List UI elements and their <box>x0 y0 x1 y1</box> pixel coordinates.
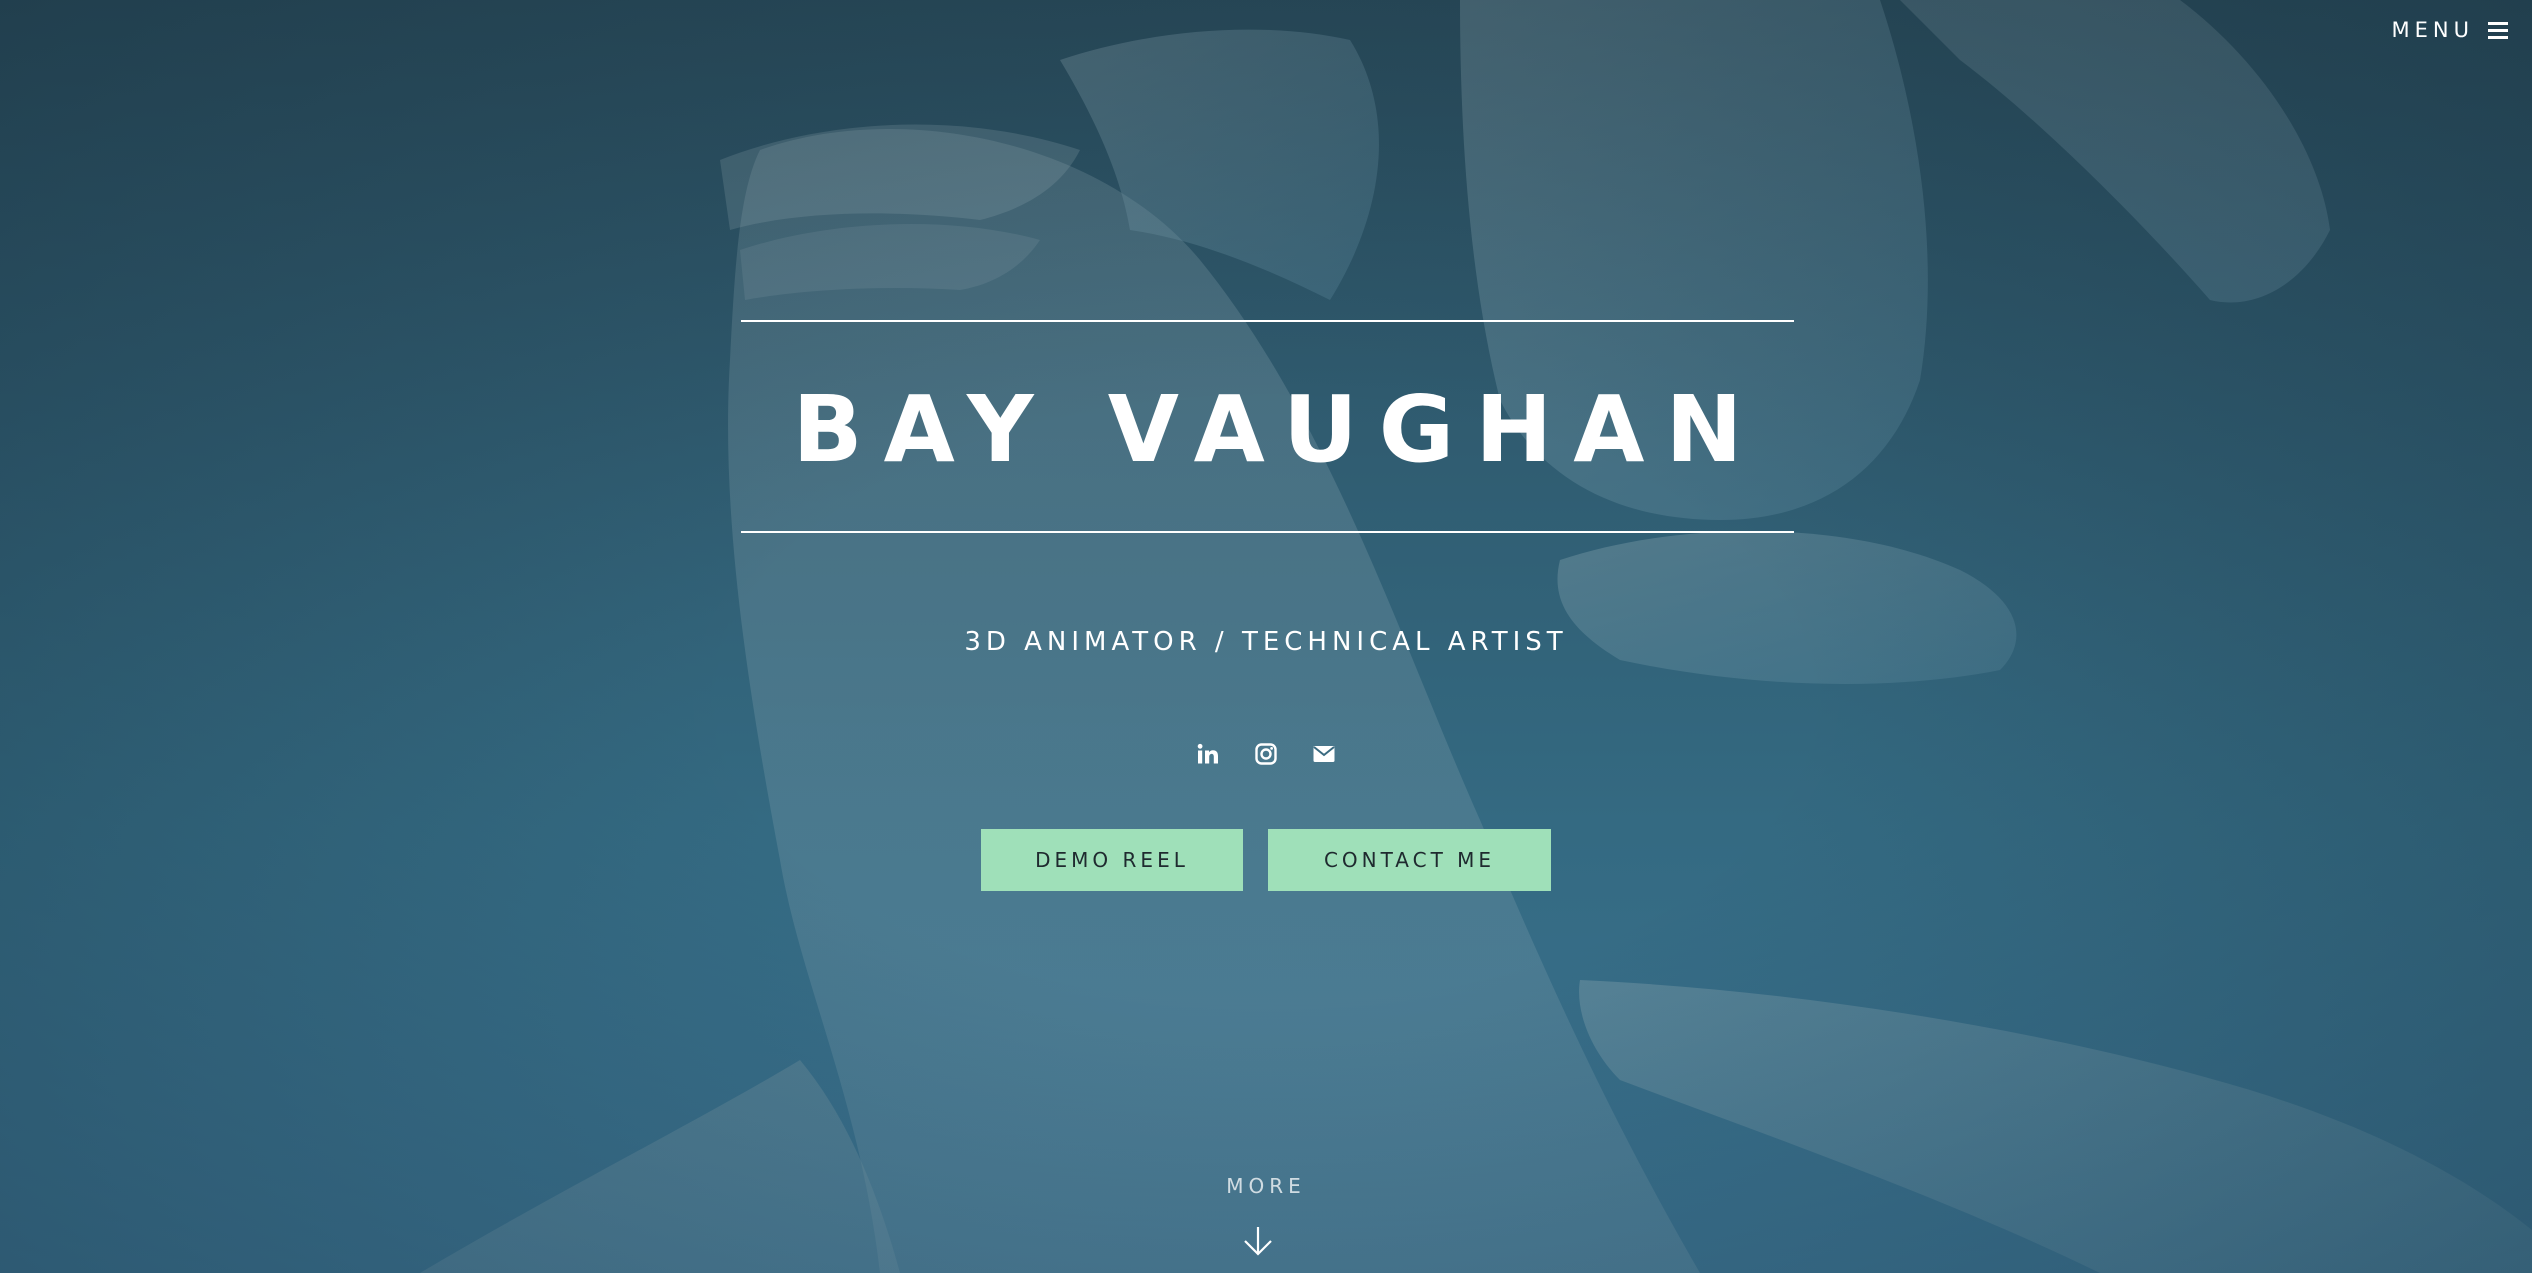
instagram-link[interactable] <box>1254 742 1278 766</box>
more-link[interactable]: MORE <box>0 1174 2532 1198</box>
hero-actions: DEMO REEL CONTACT ME <box>0 829 2532 891</box>
site-subtitle: 3D ANIMATOR / TECHNICAL ARTIST <box>964 627 1568 657</box>
title-divider-bottom <box>741 531 1794 533</box>
contact-me-button[interactable]: CONTACT ME <box>1268 829 1551 891</box>
arrow-down-icon[interactable] <box>1241 1224 1275 1258</box>
social-links <box>0 742 2532 766</box>
hamburger-icon <box>2488 22 2508 39</box>
title-divider-top <box>741 320 1794 322</box>
demo-reel-button[interactable]: DEMO REEL <box>981 829 1243 891</box>
instagram-icon <box>1255 743 1277 765</box>
linkedin-icon <box>1197 743 1218 764</box>
linkedin-link[interactable] <box>1196 742 1220 766</box>
envelope-icon <box>1313 746 1335 762</box>
site-title: BAY VAUGHAN <box>792 376 1764 483</box>
menu-label: MENU <box>2391 18 2474 42</box>
email-link[interactable] <box>1312 742 1336 766</box>
hero-section: MENU BAY VAUGHAN 3D ANIMATOR / TECHNICAL… <box>0 0 2532 1273</box>
menu-button[interactable]: MENU <box>2392 18 2508 42</box>
